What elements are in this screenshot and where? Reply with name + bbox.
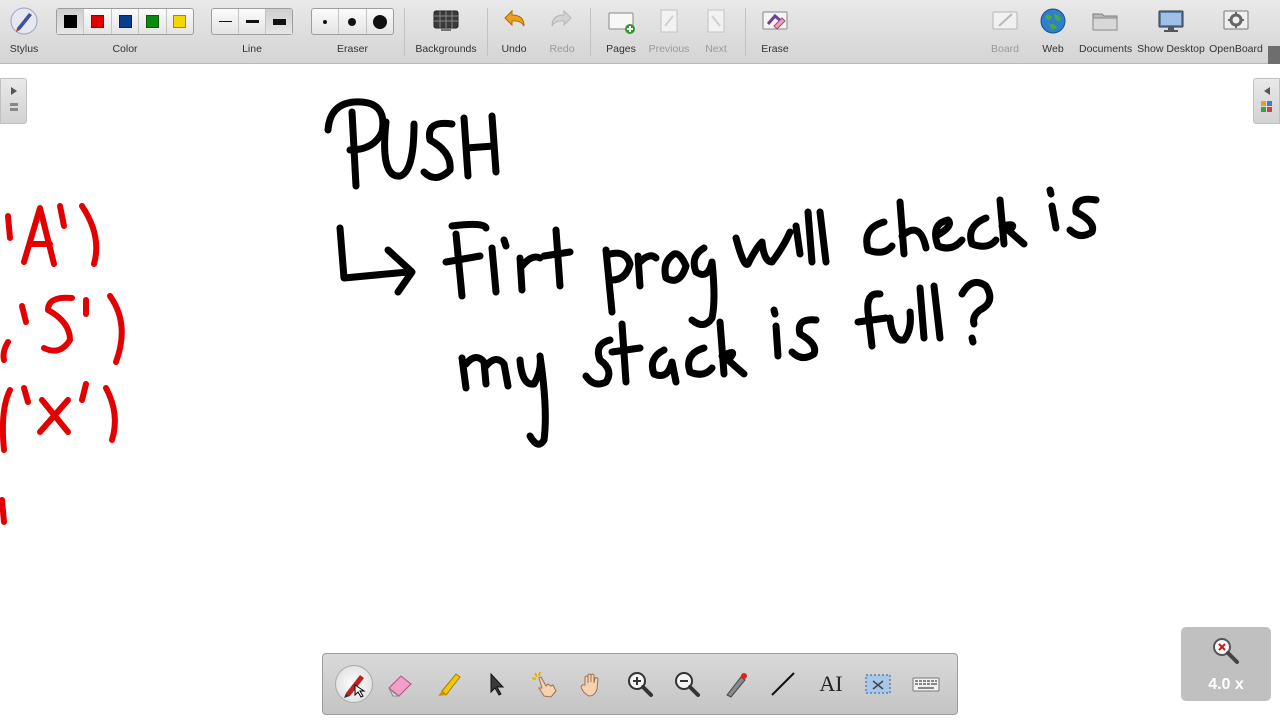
- board-canvas[interactable]: [0, 64, 1280, 720]
- board-button[interactable]: Board: [985, 0, 1025, 64]
- pen-tool[interactable]: [335, 665, 373, 703]
- capture-tool[interactable]: [859, 665, 897, 703]
- highlighter-tool[interactable]: [430, 665, 468, 703]
- backgrounds-icon: [433, 10, 459, 31]
- undo-button[interactable]: Undo: [494, 0, 534, 64]
- laser-pointer-tool[interactable]: [717, 665, 755, 703]
- monitor-icon: [1158, 10, 1184, 32]
- erase-board-icon: [762, 11, 788, 30]
- stylus-palette: AI: [322, 653, 958, 715]
- zoom-reset-icon: [1213, 638, 1239, 664]
- eraser-group: Eraser: [311, 0, 394, 64]
- zoom-in-tool[interactable]: [621, 665, 659, 703]
- zoom-level: 4.0 x: [1208, 676, 1244, 693]
- pages-button[interactable]: Pages: [601, 0, 641, 64]
- color-black[interactable]: [57, 9, 85, 34]
- board-icon: [992, 11, 1018, 30]
- previous-page-icon: [660, 9, 678, 33]
- eraser-small[interactable]: [312, 9, 340, 34]
- stylus-icon: [10, 7, 38, 35]
- zoom-out-tool[interactable]: [668, 665, 706, 703]
- virtual-keyboard-tool[interactable]: [907, 665, 945, 703]
- main-toolbar: Stylus Color Line Eraser Backgrounds Und…: [0, 0, 1280, 64]
- color-green[interactable]: [139, 9, 167, 34]
- toolbar-separator: [487, 8, 488, 56]
- red-handwriting: [0, 203, 125, 525]
- openboard-button[interactable]: OpenBoard: [1209, 0, 1263, 64]
- screen-capture-icon: [865, 674, 891, 694]
- undo-icon: [504, 9, 525, 27]
- line-medium[interactable]: [239, 9, 266, 34]
- highlighter-icon: [438, 673, 461, 696]
- color-blue[interactable]: [112, 9, 140, 34]
- next-page-icon: [707, 9, 725, 33]
- text-tool[interactable]: AI: [812, 665, 850, 703]
- stylus-button[interactable]: Stylus: [4, 0, 44, 64]
- eraser-icon: [388, 675, 412, 697]
- globe-icon: [1040, 8, 1066, 34]
- toolbar-separator: [404, 8, 405, 56]
- line-thin[interactable]: [212, 9, 239, 34]
- eraser-tool[interactable]: [381, 665, 419, 703]
- hand-tool[interactable]: [573, 665, 611, 703]
- laser-pointer-icon: [726, 673, 747, 698]
- web-button[interactable]: Web: [1033, 0, 1073, 64]
- documents-button[interactable]: Documents: [1079, 0, 1132, 64]
- select-tool[interactable]: [477, 665, 515, 703]
- redo-button[interactable]: Redo: [542, 0, 582, 64]
- text-tool-icon: AI: [819, 671, 843, 696]
- line-group: Line: [211, 0, 293, 64]
- pen-icon: [344, 675, 366, 698]
- add-page-icon: [608, 12, 635, 34]
- zoom-indicator: 4.0 x: [1181, 627, 1271, 701]
- zoom-out-icon: [675, 672, 700, 697]
- line-thick[interactable]: [266, 9, 292, 34]
- folder-icon: [1092, 13, 1118, 31]
- line-icon: [771, 672, 795, 696]
- eraser-large[interactable]: [367, 9, 393, 34]
- line-tool[interactable]: [764, 665, 802, 703]
- color-selector: [56, 8, 194, 35]
- redo-icon: [551, 9, 572, 27]
- previous-page-button[interactable]: Previous: [645, 0, 693, 64]
- erase-button[interactable]: Erase: [755, 0, 795, 64]
- color-red[interactable]: [84, 9, 112, 34]
- next-page-button[interactable]: Next: [696, 0, 736, 64]
- color-group: Color: [56, 0, 194, 64]
- backgrounds-button[interactable]: Backgrounds: [414, 0, 478, 64]
- open-hand-icon: [580, 673, 599, 697]
- window-corner: [1268, 46, 1280, 64]
- interact-tool[interactable]: [525, 665, 563, 703]
- show-desktop-button[interactable]: Show Desktop: [1137, 0, 1205, 64]
- zoom-in-icon: [628, 672, 653, 697]
- eraser-medium[interactable]: [339, 9, 367, 34]
- toolbar-separator: [590, 8, 591, 56]
- toolbar-separator: [745, 8, 746, 56]
- line-width-selector: [211, 8, 293, 35]
- color-yellow[interactable]: [167, 9, 193, 34]
- keyboard-icon: [912, 677, 940, 692]
- arrow-pointer-icon: [490, 672, 505, 696]
- gear-icon: [1223, 10, 1249, 30]
- eraser-size-selector: [311, 8, 394, 35]
- black-handwriting: [324, 98, 1100, 448]
- pointing-hand-icon: [531, 671, 557, 698]
